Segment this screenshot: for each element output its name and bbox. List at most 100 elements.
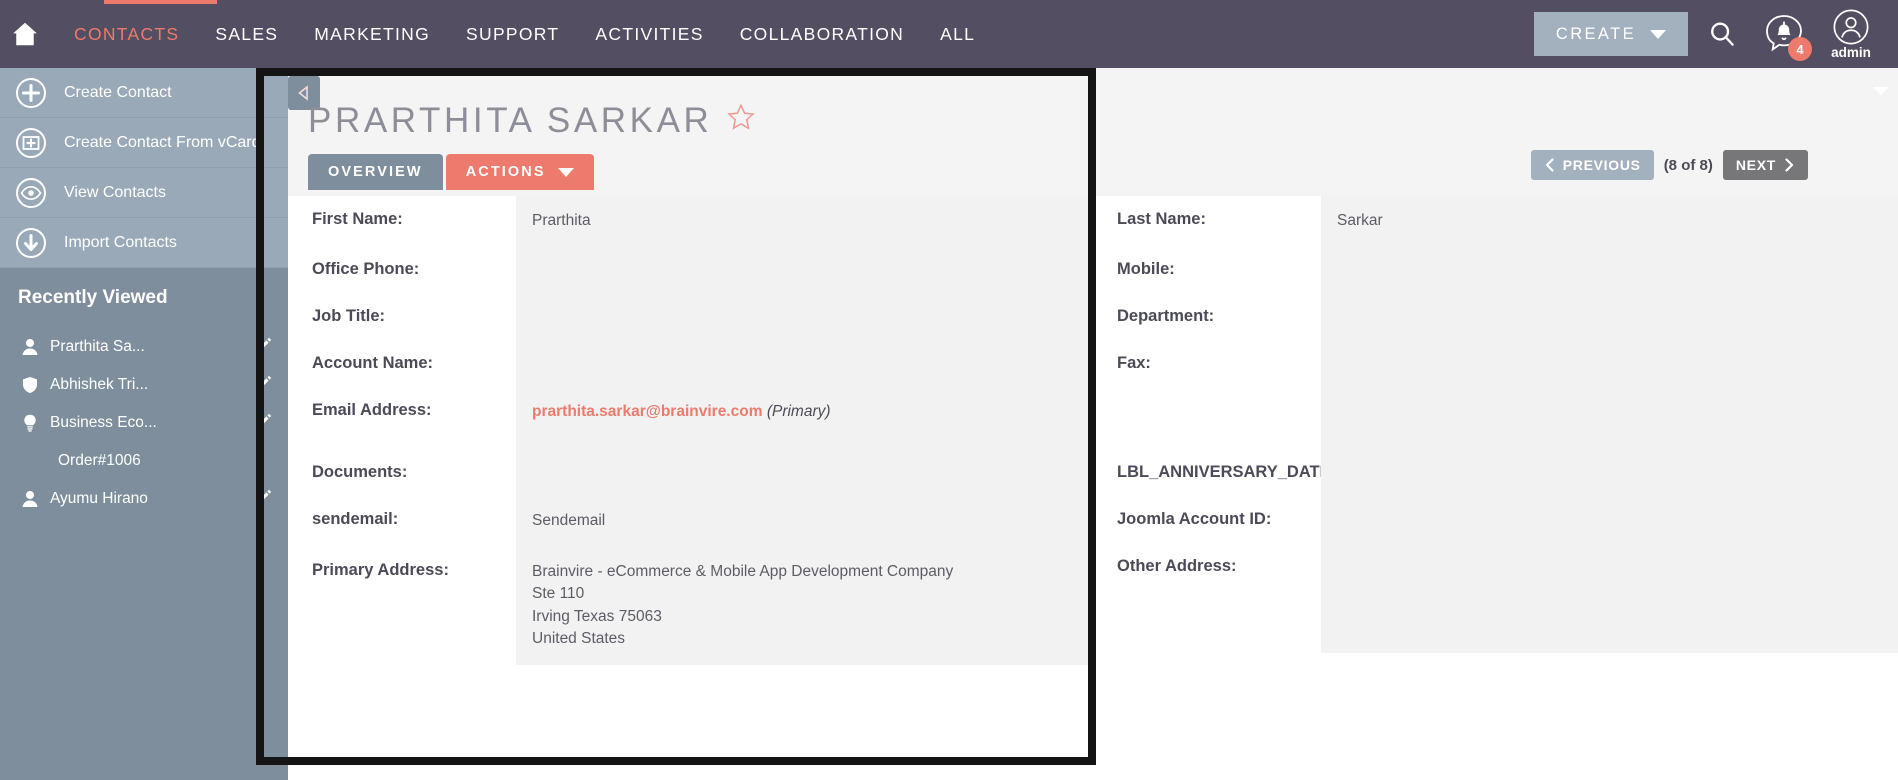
tab-label: OVERVIEW xyxy=(328,164,423,180)
tab-overview[interactable]: OVERVIEW xyxy=(308,154,443,190)
nav-item-support[interactable]: SUPPORT xyxy=(448,0,577,68)
field-value[interactable] xyxy=(1321,496,1898,544)
field-value[interactable] xyxy=(1321,246,1898,294)
nav-item-all[interactable]: ALL xyxy=(922,0,993,68)
field-label: Mobile: xyxy=(1117,260,1175,279)
sidebar-item-label: Import Contacts xyxy=(64,233,177,251)
field-label xyxy=(1093,387,1321,449)
sidebar-item-view-contacts[interactable]: View Contacts xyxy=(0,168,288,218)
record-count-label: (8 of 8) xyxy=(1663,156,1713,174)
field-mobile: Mobile: xyxy=(1093,246,1898,294)
nav-item-sales[interactable]: SALES xyxy=(197,0,296,68)
recent-item-label: Ayumu Hirano xyxy=(50,490,148,507)
recent-item-ayumu-hirano[interactable]: Ayumu Hirano xyxy=(0,480,288,518)
recently-viewed-title: Recently Viewed xyxy=(0,268,288,328)
tab-actions[interactable]: ACTIONS xyxy=(445,154,594,190)
field-label: Primary Address: xyxy=(312,560,449,579)
page-title: PRARTHITA SARKAR xyxy=(308,101,756,141)
field-label: sendemail: xyxy=(312,510,399,529)
nav-item-contacts[interactable]: CONTACTS xyxy=(56,0,197,68)
field-label: LBL_ANNIVERSARY_DATE: xyxy=(1117,463,1321,482)
field-fax: Fax: xyxy=(1093,340,1898,388)
lightbulb-icon xyxy=(18,414,42,432)
edit-pencil-icon[interactable] xyxy=(256,375,274,396)
sidebar-item-create-contact-from-vcard[interactable]: Create Contact From vCard xyxy=(0,118,288,168)
field-label: Documents: xyxy=(312,463,408,482)
recent-item-prarthita[interactable]: Prarthita Sa... xyxy=(0,328,288,366)
edit-pencil-icon[interactable] xyxy=(256,413,274,434)
field-value[interactable]: Brainvire - eCommerce & Mobile App Devel… xyxy=(516,546,1093,665)
recent-item-order1006[interactable]: Order#1006 xyxy=(0,442,288,480)
home-icon[interactable] xyxy=(8,15,42,53)
field-value[interactable] xyxy=(1321,340,1898,388)
field-sendemail: sendemail: Sendemail xyxy=(288,496,1093,547)
chevron-down-icon xyxy=(557,167,574,177)
field-label: Last Name: xyxy=(1117,210,1206,228)
field-email-address: Email Address: prarthita.sarkar@brainvir… xyxy=(288,387,1093,450)
field-anniversary-date: LBL_ANNIVERSARY_DATE: xyxy=(1093,449,1898,497)
panel-collapse-caret-icon[interactable] xyxy=(1873,87,1889,95)
tab-label: ACTIONS xyxy=(465,164,546,180)
field-label: Account Name: xyxy=(312,354,434,373)
field-value[interactable]: Prarthita xyxy=(516,196,1093,247)
user-menu[interactable]: admin xyxy=(1820,2,1882,66)
field-value[interactable] xyxy=(516,449,1093,497)
field-value[interactable] xyxy=(516,340,1093,388)
field-value[interactable] xyxy=(516,246,1093,294)
field-value[interactable] xyxy=(1321,293,1898,341)
nav-item-activities[interactable]: ACTIVITIES xyxy=(577,0,721,68)
field-value xyxy=(1321,387,1898,450)
recent-item-business-eco[interactable]: Business Eco... xyxy=(0,404,288,442)
field-value[interactable] xyxy=(1321,543,1898,654)
eye-icon xyxy=(12,174,50,212)
field-other-address: Other Address: xyxy=(1093,543,1898,654)
user-name-label: admin xyxy=(1831,45,1871,60)
chevron-right-icon xyxy=(1785,158,1794,172)
star-outline-icon[interactable] xyxy=(726,101,756,141)
collapse-left-icon xyxy=(298,85,308,101)
field-last-name: Last Name: Sarkar xyxy=(1093,196,1898,247)
field-value[interactable]: Sendemail xyxy=(516,496,1093,547)
sidebar-item-create-contact[interactable]: Create Contact xyxy=(0,68,288,118)
recent-item-label: Order#1006 xyxy=(58,452,141,469)
sidebar-item-label: Create Contact xyxy=(64,83,172,101)
field-value[interactable] xyxy=(516,293,1093,341)
sidebar-item-label: Create Contact From vCard xyxy=(64,133,261,151)
edit-pencil-icon[interactable] xyxy=(256,489,274,510)
recent-item-abhishek[interactable]: Abhishek Tri... xyxy=(0,366,288,404)
nav-item-collaboration[interactable]: COLLABORATION xyxy=(722,0,922,68)
nav-item-marketing[interactable]: MARKETING xyxy=(296,0,448,68)
chevron-left-icon xyxy=(1545,158,1554,172)
recent-item-label: Business Eco... xyxy=(50,414,157,431)
search-icon[interactable] xyxy=(1698,10,1746,58)
main-content: PRARTHITA SARKAR OVERVIEW ACTIONS PREVIO… xyxy=(288,68,1898,780)
create-button[interactable]: CREATE xyxy=(1533,12,1688,56)
active-nav-indicator xyxy=(104,0,217,4)
record-pager: PREVIOUS (8 of 8) NEXT xyxy=(1530,150,1808,180)
detail-column-left: First Name: Prarthita Office Phone: Job … xyxy=(288,196,1093,780)
sidebar: Create Contact Create Contact From vCard xyxy=(0,68,288,780)
app-root: CONTACTS SALES MARKETING SUPPORT ACTIVIT… xyxy=(0,0,1898,780)
import-card-icon xyxy=(12,124,50,162)
sidebar-item-import-contacts[interactable]: Import Contacts xyxy=(0,218,288,268)
field-label: First Name: xyxy=(312,210,403,228)
field-joomla-account-id: Joomla Account ID: xyxy=(1093,496,1898,544)
field-value[interactable]: prarthita.sarkar@brainvire.com (Primary) xyxy=(516,387,1093,450)
previous-record-button[interactable]: PREVIOUS xyxy=(1530,150,1654,180)
notifications-button[interactable]: 4 xyxy=(1756,6,1812,62)
previous-label: PREVIOUS xyxy=(1562,157,1641,173)
field-blank-spacer xyxy=(1093,387,1898,450)
edit-pencil-icon[interactable] xyxy=(256,337,274,358)
field-label: Office Phone: xyxy=(312,260,420,279)
field-primary-address: Primary Address: Brainvire - eCommerce &… xyxy=(288,546,1093,665)
download-arrow-icon xyxy=(12,224,50,262)
email-link[interactable]: prarthita.sarkar@brainvire.com xyxy=(532,403,763,420)
detail-column-right: Last Name: Sarkar Mobile: Department: Fa… xyxy=(1093,196,1898,780)
field-office-phone: Office Phone: xyxy=(288,246,1093,294)
field-documents: Documents: xyxy=(288,449,1093,497)
field-value[interactable]: Sarkar xyxy=(1321,196,1898,247)
main-menu: CONTACTS SALES MARKETING SUPPORT ACTIVIT… xyxy=(56,0,993,68)
field-value[interactable] xyxy=(1321,449,1898,497)
next-record-button[interactable]: NEXT xyxy=(1722,150,1808,180)
chevron-down-icon xyxy=(1650,29,1666,39)
